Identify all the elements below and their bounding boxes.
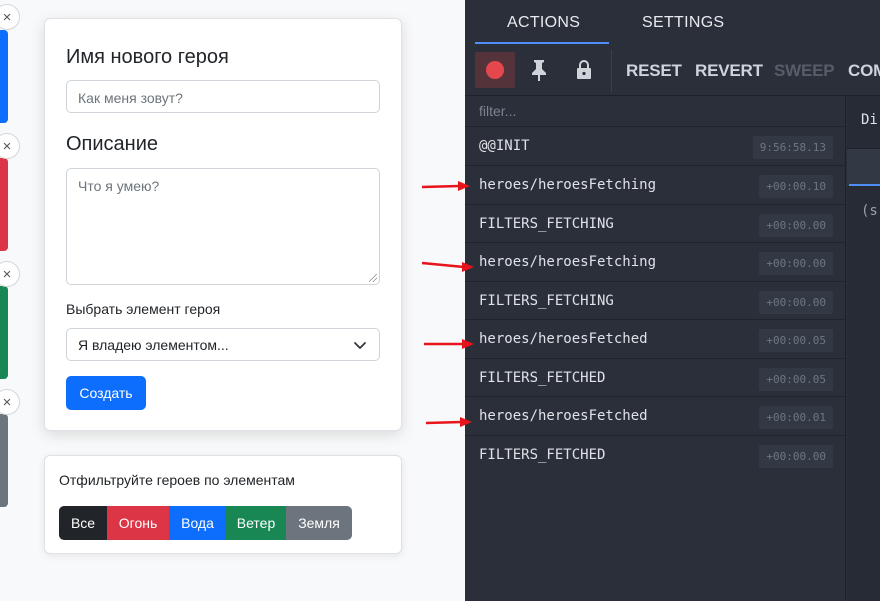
action-row[interactable]: heroes/heroesFetching +00:00.00 [465,242,846,281]
element-select[interactable]: Я владею элементом... [66,328,380,361]
redux-devtools-panel: ACTIONS SETTINGS RESET REVERT SWEEP COM … [465,0,880,601]
action-time: +00:00.00 [759,252,833,275]
filter-all-button[interactable]: Все [59,506,107,540]
commit-button[interactable]: COM [848,61,880,81]
action-filter-input[interactable]: filter... [479,103,516,119]
description-label: Описание [66,133,159,155]
action-name: FILTERS_FETCHED [479,447,606,463]
detail-subtab-indicator [849,184,880,186]
red-arrow-icon [425,417,472,427]
action-name: FILTERS_FETCHING [479,216,614,232]
filter-water-button[interactable]: Вода [169,506,226,540]
chevron-down-icon [354,342,366,349]
revert-button[interactable]: REVERT [695,61,763,81]
hero-form-card: Имя нового героя Как меня зовут? Описани… [44,18,402,431]
record-button[interactable] [475,52,515,88]
action-row[interactable]: FILTERS_FETCHED +00:00.05 [465,358,846,397]
pin-icon[interactable] [527,58,551,82]
hero-card-strip-gray [0,414,8,507]
hero-description-textarea[interactable]: Что я умею? [66,168,380,285]
action-time: +00:00.05 [759,368,833,391]
detail-subtab-bar [847,148,880,186]
hero-name-placeholder: Как меня зовут? [78,90,183,106]
action-time: +00:00.00 [759,291,833,314]
action-time: +00:00.10 [759,175,833,198]
action-list-panel: filter... @@INIT 9:56:58.13 heroes/heroe… [465,96,846,601]
action-detail-panel: Di (s [847,96,880,601]
filter-wind-button[interactable]: Ветер [226,506,286,540]
red-arrow-icon [421,261,474,272]
action-time: +00:00.00 [759,445,833,468]
hero-name-input[interactable]: Как меня зовут? [66,80,380,113]
reset-button[interactable]: RESET [626,61,682,81]
filter-fire-button[interactable]: Огонь [107,506,169,540]
name-label: Имя нового героя [66,46,229,68]
diff-tab[interactable]: Di [861,112,878,128]
resize-handle-icon[interactable] [369,274,377,282]
filter-button-group: Все Огонь Вода Ветер Земля [59,506,352,540]
action-name: FILTERS_FETCHED [479,370,606,386]
detail-content: (s [861,203,878,219]
action-name: heroes/heroesFetching [479,177,657,193]
action-name: heroes/heroesFetched [479,331,648,347]
filter-title: Отфильтруйте героев по элементам [59,472,295,488]
hero-card-strip-green [0,286,8,379]
element-select-value: Я владею элементом... [78,337,229,353]
element-label: Выбрать элемент героя [66,301,221,317]
lock-icon[interactable] [572,58,596,82]
red-arrow-icon [424,339,474,349]
action-name: @@INIT [479,138,530,154]
tab-settings[interactable]: SETTINGS [642,14,724,32]
action-row[interactable]: heroes/heroesFetched +00:00.01 [465,396,846,435]
action-time: 9:56:58.13 [752,136,833,159]
filter-earth-button[interactable]: Земля [286,506,352,540]
hero-card-strip-red [0,158,8,251]
red-arrow-icon [421,181,470,191]
action-row[interactable]: FILTERS_FETCHING +00:00.00 [465,204,846,243]
devtools-tab-bar: ACTIONS SETTINGS [465,0,880,44]
action-row[interactable]: heroes/heroesFetching +00:00.10 [465,165,846,204]
action-time: +00:00.01 [759,406,833,429]
record-icon [486,61,504,79]
action-row[interactable]: FILTERS_FETCHING +00:00.00 [465,281,846,320]
filter-card: Отфильтруйте героев по элементам Все Ого… [44,455,402,554]
sweep-button[interactable]: SWEEP [774,61,835,81]
hero-card-strip-blue [0,30,8,123]
create-button[interactable]: Создать [66,376,146,410]
action-time: +00:00.05 [759,329,833,352]
toolbar-divider [611,50,612,92]
action-name: FILTERS_FETCHING [479,293,614,309]
action-name: heroes/heroesFetching [479,254,657,270]
action-row[interactable]: FILTERS_FETCHED +00:00.00 [465,435,846,474]
action-row[interactable]: @@INIT 9:56:58.13 [465,126,846,165]
action-row[interactable]: heroes/heroesFetched +00:00.05 [465,319,846,358]
action-name: heroes/heroesFetched [479,408,648,424]
tab-actions[interactable]: ACTIONS [507,14,580,32]
hero-description-placeholder: Что я умею? [78,178,160,194]
action-time: +00:00.00 [759,214,833,237]
